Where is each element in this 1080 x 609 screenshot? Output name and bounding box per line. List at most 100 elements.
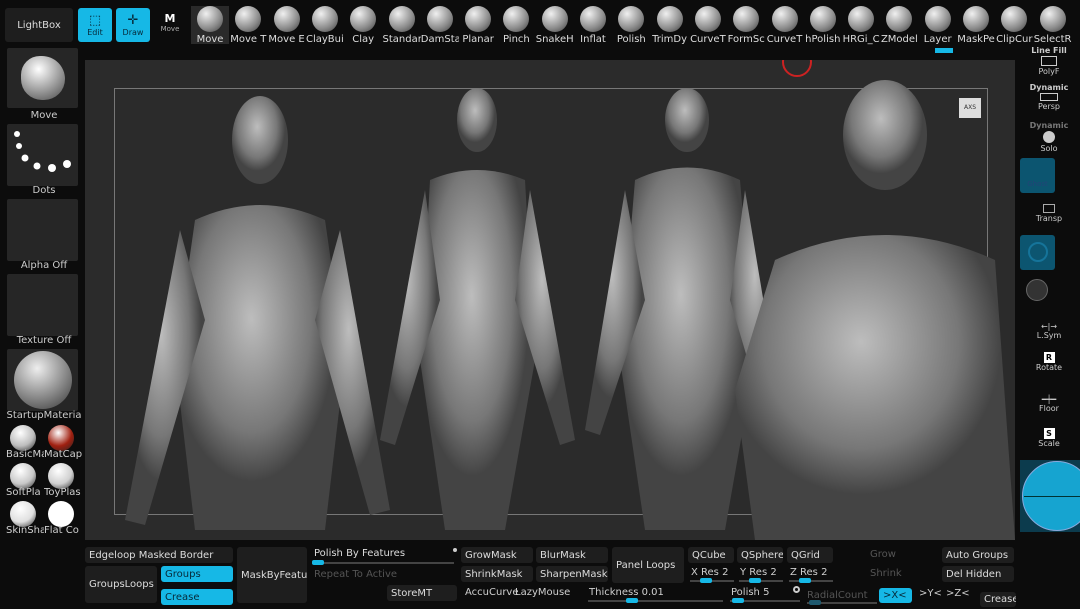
y-res-slider[interactable] <box>739 578 783 583</box>
material-swatch[interactable] <box>48 501 74 527</box>
symmetry-z-toggle[interactable]: >Z< <box>946 588 970 599</box>
edit-button[interactable]: ⬚ Edit <box>78 8 112 42</box>
ghost-button[interactable]: Ghost <box>1020 158 1055 193</box>
polyf-button[interactable]: Line Fill PolyF <box>1020 46 1078 76</box>
brush-18[interactable]: ZModel <box>880 6 918 45</box>
groups-toggle[interactable]: Groups <box>161 566 233 582</box>
brush-8[interactable]: Pinch <box>497 6 535 45</box>
draw-icon: ✛ <box>127 13 139 28</box>
edgeloop-masked-border-button[interactable]: Edgeloop Masked Border <box>85 547 233 563</box>
brush-5[interactable]: Standar <box>383 6 421 45</box>
brush-13[interactable]: CurveT <box>689 6 727 45</box>
qgrid-button[interactable]: QGrid <box>787 547 833 563</box>
lsym-button[interactable]: ←|→ L.Sym <box>1020 322 1078 340</box>
brush-2[interactable]: Move E <box>268 6 306 45</box>
lazymouse-toggle[interactable]: LazyMouse <box>515 587 570 598</box>
floor-button[interactable]: ━┿━ Floor <box>1020 395 1078 413</box>
material-swatch[interactable] <box>48 425 74 451</box>
sculpture-models <box>125 60 1015 540</box>
brush-10[interactable]: Inflat <box>574 6 612 45</box>
qsphere-button[interactable]: QSphere <box>737 547 783 563</box>
brush-icon <box>273 6 300 32</box>
brush-7[interactable]: Planar <box>459 6 497 45</box>
brush-icon <box>541 6 568 32</box>
polish-dot-icon[interactable] <box>453 548 457 552</box>
material-swatch[interactable] <box>10 501 36 527</box>
groupsloops-button[interactable]: GroupsLoops <box>85 566 157 603</box>
polish-circle-icon[interactable] <box>793 586 800 593</box>
grow-button[interactable]: Grow <box>870 549 896 560</box>
repeat-to-active-label[interactable]: Repeat To Active <box>314 569 397 580</box>
material-swatch[interactable] <box>10 463 36 489</box>
polish-by-features-slider[interactable] <box>312 560 454 565</box>
texture-thumbnail[interactable] <box>7 274 78 336</box>
rotate-button[interactable]: R Rotate <box>1020 352 1078 372</box>
material-swatch[interactable] <box>10 425 36 451</box>
transp-icon <box>1043 204 1055 213</box>
brush-icon <box>771 6 798 32</box>
brush-11[interactable]: Polish <box>612 6 650 45</box>
auto-groups-button[interactable]: Auto Groups <box>942 547 1014 563</box>
brush-12[interactable]: TrimDy <box>651 6 689 45</box>
crease-toggle[interactable]: Crease <box>161 589 233 605</box>
symmetry-icon: ←|→ <box>1040 322 1058 331</box>
brush-label: Move <box>30 110 58 121</box>
brush-3[interactable]: ClayBui <box>306 6 344 45</box>
brush-15[interactable]: CurveT <box>766 6 804 45</box>
z-res-slider[interactable] <box>789 578 833 583</box>
shrink-button[interactable]: Shrink <box>870 568 902 579</box>
local-button[interactable] <box>1020 235 1055 270</box>
alpha-thumbnail[interactable] <box>7 199 78 261</box>
brush-19[interactable]: Layer <box>919 6 957 45</box>
persp-button[interactable]: Dynamic Persp <box>1020 83 1078 111</box>
scale-icon: S <box>1043 428 1055 439</box>
brush-4[interactable]: Clay <box>344 6 382 45</box>
brush-6[interactable]: DamSta <box>421 6 459 45</box>
del-hidden-button[interactable]: Del Hidden <box>942 566 1014 582</box>
brush-17[interactable]: HRGi_C <box>842 6 880 45</box>
stroke-thumbnail[interactable] <box>7 124 78 186</box>
blurmask-button[interactable]: BlurMask <box>536 547 608 563</box>
scale-button[interactable]: S Scale <box>1020 428 1078 448</box>
move-mode-button[interactable]: M Move <box>156 12 184 33</box>
sharpenmask-button[interactable]: SharpenMask <box>536 566 608 582</box>
brush-20[interactable]: MaskPe <box>957 6 995 45</box>
brush-thumbnail[interactable] <box>7 48 78 108</box>
brush-16[interactable]: hPolish <box>804 6 842 45</box>
perspective-icon <box>1040 93 1058 101</box>
maskbyfeature-button[interactable]: MaskByFeature <box>237 547 307 603</box>
solo-button[interactable]: Dynamic Solo <box>1020 121 1078 153</box>
brush-22[interactable]: SelectR <box>1034 6 1072 45</box>
brush-icon <box>618 6 645 32</box>
brush-icon <box>426 6 453 32</box>
symmetry-y-toggle[interactable]: >Y< <box>919 588 942 599</box>
brush-icon <box>1039 6 1066 32</box>
radialcount-slider[interactable] <box>807 600 877 605</box>
brush-21[interactable]: ClipCur <box>995 6 1033 45</box>
dots-icon <box>14 131 71 172</box>
frame-button[interactable] <box>1026 279 1048 301</box>
qcube-button[interactable]: QCube <box>688 547 734 563</box>
symmetry-x-toggle[interactable]: >X< <box>879 588 912 603</box>
polish-slider[interactable] <box>730 598 800 603</box>
x-res-slider[interactable] <box>690 578 734 583</box>
canvas-viewport[interactable]: AXS <box>85 60 1015 540</box>
shrinkmask-button[interactable]: ShrinkMask <box>461 566 533 582</box>
thickness-label: Thickness 0.01 <box>589 587 664 598</box>
brush-1[interactable]: Move T <box>229 6 267 45</box>
brush-14[interactable]: FormSc <box>727 6 765 45</box>
transp-button[interactable]: Transp <box>1020 204 1078 223</box>
thickness-slider[interactable] <box>588 598 723 603</box>
navigation-gizmo[interactable] <box>1020 460 1080 532</box>
accucurve-toggle[interactable]: AccuCurve <box>465 587 519 598</box>
draw-button[interactable]: ✛ Draw <box>116 8 150 42</box>
lightbox-button[interactable]: LightBox <box>5 8 73 42</box>
panel-loops-button[interactable]: Panel Loops <box>612 547 684 583</box>
material-thumbnail[interactable] <box>7 349 78 411</box>
brush-0[interactable]: Move <box>191 6 229 45</box>
crease-button[interactable]: Crease <box>980 592 1016 607</box>
growmask-button[interactable]: GrowMask <box>461 547 533 563</box>
brush-9[interactable]: SnakeH <box>536 6 574 45</box>
material-swatch[interactable] <box>48 463 74 489</box>
storemt-button[interactable]: StoreMT <box>387 585 457 601</box>
